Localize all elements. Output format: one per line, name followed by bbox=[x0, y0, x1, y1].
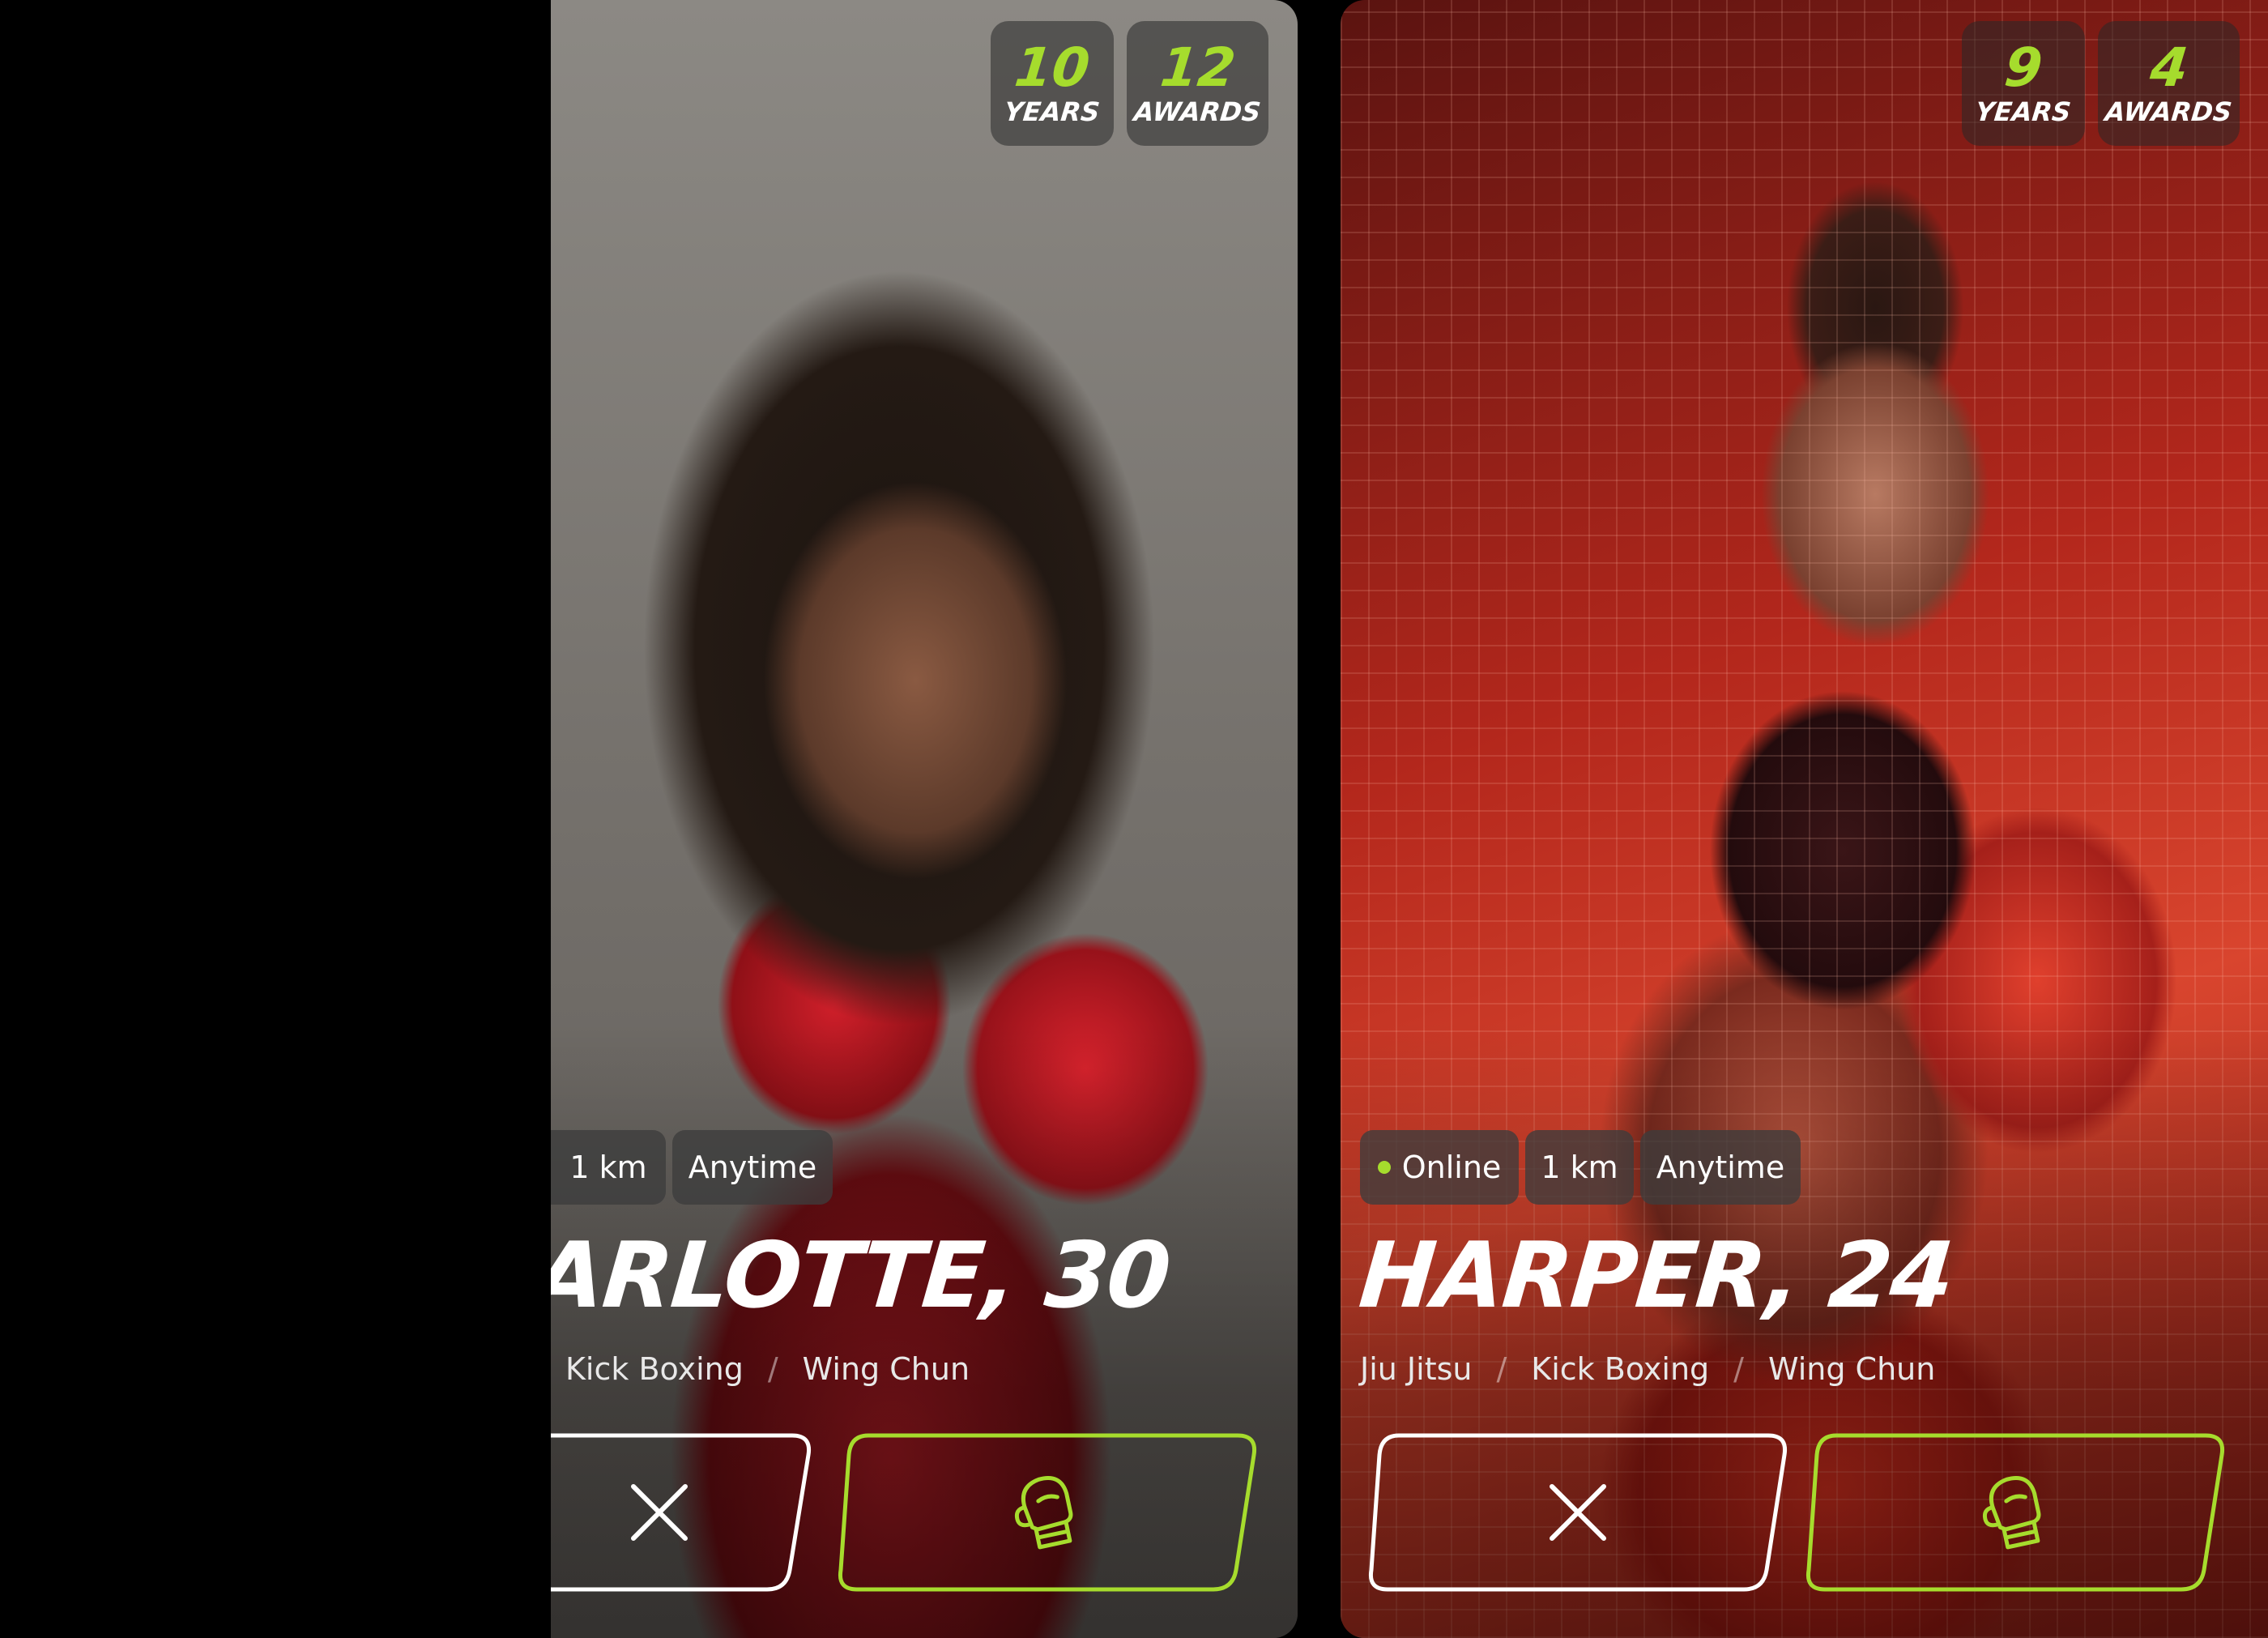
boxing-glove-icon bbox=[1014, 1476, 1073, 1550]
online-dot-icon bbox=[1377, 1161, 1391, 1174]
dismiss-button[interactable] bbox=[1366, 1432, 1789, 1593]
availability-label: Anytime bbox=[1656, 1150, 1785, 1185]
availability-label: Anytime bbox=[688, 1150, 817, 1185]
distance-chip: 1 km bbox=[551, 1130, 666, 1205]
awards-stat: 12 AWARDS bbox=[1127, 21, 1268, 146]
profile-card-charlotte[interactable]: 10 YEARS 12 AWARDS 1 km Anytime ARLOTTE,… bbox=[551, 0, 1298, 1638]
years-label: YEARS bbox=[1974, 96, 2073, 127]
awards-value: 4 bbox=[2146, 36, 2191, 99]
tag-separator: / bbox=[767, 1351, 778, 1387]
availability-chip: Anytime bbox=[1640, 1130, 1801, 1205]
discipline-tag: Wing Chun bbox=[1767, 1351, 1936, 1387]
awards-label: AWARDS bbox=[1132, 96, 1263, 127]
years-label: YEARS bbox=[1003, 96, 1102, 127]
availability-chip: Anytime bbox=[672, 1130, 833, 1205]
discipline-tag: Wing Chun bbox=[802, 1351, 970, 1387]
awards-label: AWARDS bbox=[2104, 96, 2234, 127]
awards-value: 12 bbox=[1157, 36, 1238, 99]
dismiss-button[interactable] bbox=[551, 1432, 816, 1593]
years-stat: 10 YEARS bbox=[991, 21, 1114, 146]
distance-chip: 1 km bbox=[1525, 1130, 1634, 1205]
close-icon bbox=[630, 1484, 688, 1541]
close-icon bbox=[1550, 1484, 1606, 1541]
years-value: 9 bbox=[2002, 36, 2046, 99]
like-button[interactable] bbox=[1804, 1432, 2227, 1593]
like-button[interactable] bbox=[836, 1432, 1259, 1593]
tag-separator: / bbox=[1733, 1351, 1744, 1387]
years-value: 10 bbox=[1012, 36, 1094, 99]
awards-stat: 4 AWARDS bbox=[2098, 21, 2240, 146]
distance-label: 1 km bbox=[569, 1150, 647, 1185]
years-stat: 9 YEARS bbox=[1962, 21, 2085, 146]
online-status-chip: Online bbox=[1360, 1130, 1519, 1205]
profile-card-harper[interactable]: 9 YEARS 4 AWARDS Online 1 km Anytime HAR… bbox=[1341, 0, 2268, 1638]
tag-separator: / bbox=[1496, 1351, 1507, 1387]
discipline-tag: Kick Boxing bbox=[565, 1351, 744, 1387]
online-status-label: Online bbox=[1401, 1150, 1502, 1185]
discipline-list: Kick Boxing / Wing Chun bbox=[565, 1345, 970, 1393]
profile-name: ARLOTTE, 30 bbox=[551, 1223, 1174, 1329]
boxing-glove-icon bbox=[1982, 1476, 2041, 1550]
profile-name: HARPER, 24 bbox=[1355, 1223, 1957, 1329]
distance-label: 1 km bbox=[1541, 1150, 1618, 1185]
discipline-tag: Jiu Jitsu bbox=[1360, 1351, 1473, 1387]
discipline-list: Jiu Jitsu / Kick Boxing / Wing Chun bbox=[1360, 1345, 1935, 1393]
discipline-tag: Kick Boxing bbox=[1531, 1351, 1710, 1387]
